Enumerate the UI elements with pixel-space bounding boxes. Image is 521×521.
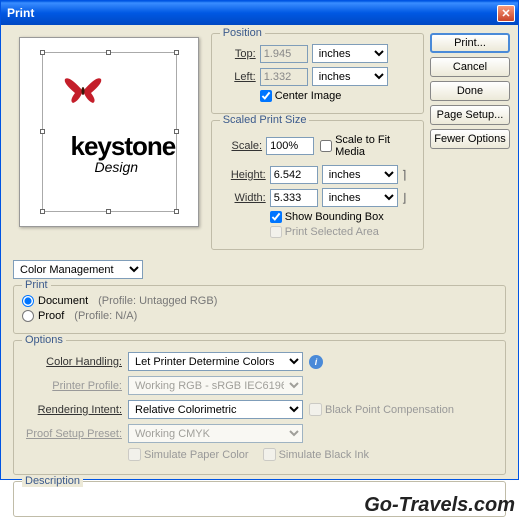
- scale-to-fit-label: Scale to Fit Media: [335, 134, 415, 158]
- scale-input[interactable]: [266, 137, 314, 155]
- watermark: Go-Travels.com: [364, 494, 515, 517]
- print-dialog: Print ✕: [0, 0, 519, 480]
- print-button[interactable]: Print...: [430, 33, 510, 53]
- center-image-checkbox[interactable]: [260, 90, 272, 102]
- simulate-black-label: Simulate Black Ink: [279, 449, 369, 461]
- top-input[interactable]: [260, 45, 308, 63]
- document-radio-label: Document: [38, 295, 88, 307]
- scale-label: Scale:: [220, 140, 262, 152]
- show-bounding-box-label: Show Bounding Box: [285, 211, 384, 223]
- logo-text-main: keystone: [71, 131, 176, 162]
- page-setup-button[interactable]: Page Setup...: [430, 105, 510, 125]
- butterfly-icon: [61, 73, 105, 109]
- black-point-label: Black Point Compensation: [325, 404, 454, 416]
- height-units-select[interactable]: inches: [322, 165, 398, 184]
- document-radio[interactable]: [22, 295, 34, 307]
- left-label: Left:: [220, 71, 256, 83]
- printer-profile-label: Printer Profile:: [22, 380, 122, 392]
- info-icon[interactable]: i: [309, 355, 323, 369]
- top-units-select[interactable]: inches: [312, 44, 388, 63]
- left-units-select[interactable]: inches: [312, 67, 388, 86]
- printer-profile-select: Working RGB - sRGB IEC61966-2.1: [128, 376, 303, 395]
- proof-radio-label: Proof: [38, 310, 64, 322]
- width-label: Width:: [220, 192, 266, 204]
- proof-setup-label: Proof Setup Preset:: [22, 428, 122, 440]
- simulate-paper-checkbox: [128, 448, 141, 461]
- top-label: Top:: [220, 48, 256, 60]
- height-label: Height:: [220, 169, 266, 181]
- cancel-button[interactable]: Cancel: [430, 57, 510, 77]
- proof-radio[interactable]: [22, 310, 34, 322]
- simulate-black-checkbox: [263, 448, 276, 461]
- center-image-label: Center Image: [275, 90, 342, 102]
- black-point-checkbox: [309, 403, 322, 416]
- rendering-intent-label: Rendering Intent:: [22, 404, 122, 416]
- link-icon: ⌋: [402, 191, 410, 205]
- print-preview: keystone Design: [19, 37, 199, 227]
- window-title: Print: [7, 6, 497, 20]
- scaled-print-size-group: Scaled Print Size Scale: Scale to Fit Me…: [211, 120, 424, 250]
- position-group: Position Top: inches Left: inches Center…: [211, 33, 424, 114]
- simulate-paper-label: Simulate Paper Color: [144, 449, 249, 461]
- color-handling-select[interactable]: Let Printer Determine Colors: [128, 352, 303, 371]
- link-icon: ⌉: [402, 168, 410, 182]
- color-handling-label: Color Handling:: [22, 356, 122, 368]
- scale-to-fit-checkbox[interactable]: [320, 140, 332, 152]
- fewer-options-button[interactable]: Fewer Options: [430, 129, 510, 149]
- document-profile: (Profile: Untagged RGB): [98, 295, 217, 307]
- print-selected-area-checkbox: [270, 226, 282, 238]
- width-units-select[interactable]: inches: [322, 188, 398, 207]
- proof-setup-select: Working CMYK: [128, 424, 303, 443]
- close-icon[interactable]: ✕: [497, 5, 515, 22]
- rendering-intent-select[interactable]: Relative Colorimetric: [128, 400, 303, 419]
- show-bounding-box-checkbox[interactable]: [270, 211, 282, 223]
- options-group: Options Color Handling: Let Printer Dete…: [13, 340, 506, 475]
- left-input[interactable]: [260, 68, 308, 86]
- proof-profile: (Profile: N/A): [74, 310, 137, 322]
- height-input[interactable]: [270, 166, 318, 184]
- print-selected-area-label: Print Selected Area: [285, 226, 379, 238]
- tab-select[interactable]: Color Management: [13, 260, 143, 279]
- titlebar: Print ✕: [1, 1, 518, 25]
- done-button[interactable]: Done: [430, 81, 510, 101]
- print-group: Print Document (Profile: Untagged RGB) P…: [13, 285, 506, 334]
- width-input[interactable]: [270, 189, 318, 207]
